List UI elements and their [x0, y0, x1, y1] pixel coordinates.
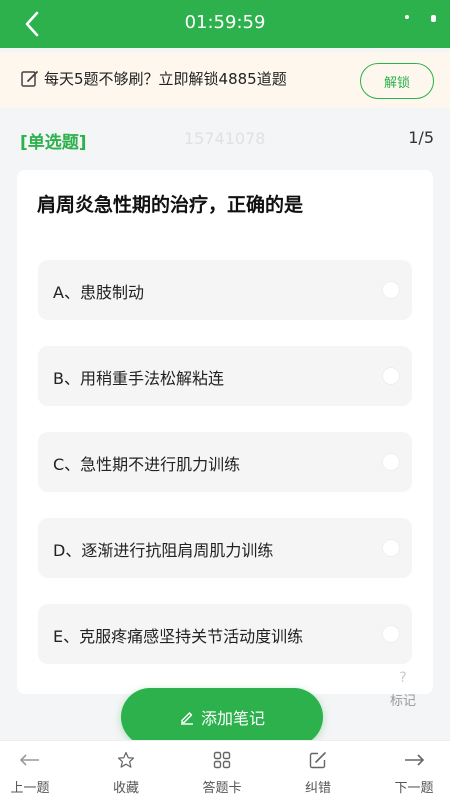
question-card: 肩周炎急性期的治疗，正确的是 A、患肢制动 B、用稍重手法松解粘连 C、急性期不… [17, 170, 433, 694]
nav-answer-card[interactable]: 答题卡 [182, 749, 262, 797]
unlock-promo-banner: 每天5题不够刷？立即解锁4885道题 解锁 [0, 52, 450, 108]
unlock-button[interactable]: 解锁 [360, 63, 434, 99]
nav-label: 上一题 [10, 781, 50, 796]
question-type-label: [单选题] [20, 133, 87, 153]
option-e[interactable]: E、克服疼痛感坚持关节活动度训练 [38, 604, 412, 664]
nav-favorite[interactable]: 收藏 [86, 749, 166, 797]
nav-next-question[interactable]: 下一题 [374, 749, 450, 797]
countdown-timer: 01:59:59 [184, 12, 266, 33]
nav-prev-question[interactable]: 上一题 [0, 749, 70, 797]
edit-icon [21, 71, 38, 87]
nav-label: 纠错 [304, 781, 331, 796]
radio-icon [382, 453, 400, 471]
option-text: D、逐渐进行抗阻肩周肌力训练 [53, 541, 274, 560]
question-mark-icon: ? [399, 670, 407, 686]
arrow-left-icon [19, 749, 41, 771]
add-note-label: 添加笔记 [200, 709, 265, 728]
promo-text: 每天5题不够刷？立即解锁4885道题 [44, 70, 287, 88]
option-a[interactable]: A、患肢制动 [38, 260, 412, 320]
radio-icon [382, 539, 400, 557]
grid-icon [213, 749, 231, 771]
question-title: 肩周炎急性期的治疗，正确的是 [37, 194, 304, 216]
option-text: E、克服疼痛感坚持关节活动度训练 [53, 627, 304, 646]
radio-icon [382, 625, 400, 643]
nav-label: 答题卡 [202, 781, 242, 796]
nav-label: 收藏 [112, 781, 139, 796]
mark-label: 标记 [389, 694, 416, 709]
back-button[interactable] [14, 8, 50, 40]
arrow-right-icon [403, 749, 425, 771]
dot-indicator [431, 15, 436, 22]
top-bar: 01:59:59 [0, 0, 450, 48]
add-note-button[interactable]: 添加笔记 [121, 688, 323, 746]
chevron-left-icon [25, 11, 39, 37]
option-d[interactable]: D、逐渐进行抗阻肩周肌力训练 [38, 518, 412, 578]
question-id-watermark: 15741078 [184, 129, 266, 148]
bottom-nav: 上一题 收藏 答题卡 纠错 下一题 [0, 740, 450, 800]
option-text: A、患肢制动 [53, 283, 144, 302]
radio-icon [382, 367, 400, 385]
top-indicators [405, 15, 436, 22]
option-c[interactable]: C、急性期不进行肌力训练 [38, 432, 412, 492]
nav-label: 下一题 [394, 781, 434, 796]
pencil-icon [180, 712, 193, 725]
option-b[interactable]: B、用稍重手法松解粘连 [38, 346, 412, 406]
nav-report-error[interactable]: 纠错 [278, 749, 358, 797]
question-progress: 1/5 [408, 128, 434, 147]
edit-icon [309, 749, 327, 771]
dot-indicator [405, 15, 409, 19]
option-text: C、急性期不进行肌力训练 [53, 455, 241, 474]
mark-button[interactable]: ? 标记 [384, 670, 422, 714]
star-icon [117, 749, 135, 771]
radio-icon [382, 281, 400, 299]
option-text: B、用稍重手法松解粘连 [53, 369, 224, 388]
